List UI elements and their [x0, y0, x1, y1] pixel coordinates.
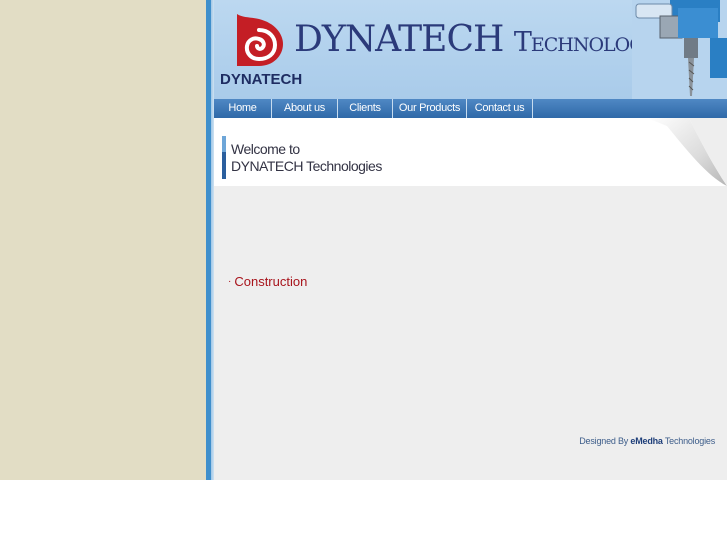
main-nav: Home About us Clients Our Products Conta… — [214, 99, 727, 118]
designer-credit: Designed By eMedha Technologies — [579, 436, 715, 446]
site-title-main: DYNATECH — [294, 19, 504, 60]
nav-our-products[interactable]: Our Products — [393, 99, 467, 118]
nav-contact-us[interactable]: Contact us — [467, 99, 533, 118]
site-header: DYNATECH Technologies DYNATECH — [214, 0, 727, 99]
welcome-heading-line2: DYNATECH Technologies — [231, 158, 382, 174]
logo-brand-text: DYNATECH — [220, 71, 303, 88]
page-curl-graphic — [647, 118, 727, 186]
left-sidebar — [0, 0, 206, 480]
nav-home[interactable]: Home — [214, 99, 272, 118]
welcome-accent-bar-light — [222, 136, 226, 152]
dynatech-logo-icon[interactable] — [229, 10, 287, 68]
drill-machine-image — [632, 0, 727, 99]
construction-link-label: Construction — [234, 274, 308, 289]
divider-stripe — [206, 0, 214, 480]
site-title: DYNATECH Technologies — [294, 19, 676, 60]
nav-about-us[interactable]: About us — [272, 99, 338, 118]
main-panel: DYNATECH Technologies DYNATECH Home Abou… — [214, 0, 727, 480]
content-area: · Construction Designed By eMedha Technol… — [214, 186, 727, 480]
credit-suffix: Technologies — [664, 436, 715, 446]
credit-brand-link[interactable]: eMedha — [630, 436, 663, 446]
welcome-banner: Welcome to DYNATECH Technologies — [214, 118, 727, 186]
nav-clients[interactable]: Clients — [338, 99, 393, 118]
credit-prefix: Designed By — [579, 436, 629, 446]
construction-link[interactable]: · Construction — [228, 274, 307, 289]
welcome-heading-line1: Welcome to — [231, 141, 300, 157]
bullet-dot: · — [228, 276, 232, 287]
